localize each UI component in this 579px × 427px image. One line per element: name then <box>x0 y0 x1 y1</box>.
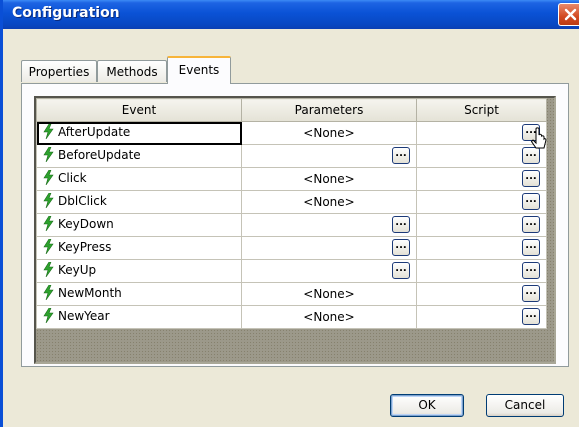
script-edit-button[interactable]: ... <box>522 262 540 279</box>
lightning-bolt-icon <box>43 123 54 142</box>
parameters-edit-button[interactable]: ... <box>392 147 410 164</box>
event-cell[interactable]: KeyUp <box>36 259 242 283</box>
lightning-bolt-icon <box>43 192 54 211</box>
parameters-value: <None> <box>303 310 355 324</box>
event-name: NewYear <box>58 309 110 323</box>
lightning-bolt-icon <box>43 261 54 280</box>
event-cell[interactable]: BeforeUpdate <box>36 144 242 168</box>
script-cell[interactable]: ... <box>416 144 547 168</box>
parameters-cell[interactable]: <None> <box>241 282 417 306</box>
event-row[interactable]: BeforeUpdate...... <box>36 144 547 168</box>
script-cell[interactable]: ... <box>416 259 547 283</box>
parameters-edit-button[interactable]: ... <box>392 262 410 279</box>
event-cell[interactable]: KeyDown <box>36 213 242 237</box>
event-name: KeyDown <box>58 217 114 231</box>
lightning-bolt-icon <box>43 146 54 165</box>
event-cell[interactable]: AfterUpdate <box>36 121 242 145</box>
parameters-cell[interactable]: ... <box>241 236 417 260</box>
parameters-value: <None> <box>303 126 355 140</box>
parameters-cell[interactable]: ... <box>241 213 417 237</box>
event-row[interactable]: NewMonth <None>... <box>36 282 547 306</box>
lightning-bolt-icon <box>43 307 54 326</box>
parameters-value: <None> <box>303 287 355 301</box>
column-header-script[interactable]: Script <box>416 98 547 122</box>
event-row[interactable]: AfterUpdate <None>... <box>36 121 547 145</box>
script-cell[interactable]: ... <box>416 213 547 237</box>
parameters-edit-button[interactable]: ... <box>392 216 410 233</box>
event-name: NewMonth <box>58 286 122 300</box>
lightning-bolt-icon <box>43 238 54 257</box>
parameters-value: <None> <box>303 195 355 209</box>
event-cell[interactable]: NewYear <box>36 305 242 329</box>
events-grid: Event Parameters Script AfterUpdate <None… <box>34 96 556 364</box>
event-cell[interactable]: NewMonth <box>36 282 242 306</box>
tab-methods[interactable]: Methods <box>97 60 167 82</box>
parameters-value: <None> <box>303 172 355 186</box>
parameters-cell[interactable]: <None> <box>241 167 417 191</box>
tab-events[interactable]: Events <box>167 56 231 84</box>
event-cell[interactable]: KeyPress <box>36 236 242 260</box>
script-cell[interactable]: ... <box>416 305 547 329</box>
events-table: Event Parameters Script AfterUpdate <None… <box>36 98 547 329</box>
parameters-cell[interactable]: <None> <box>241 305 417 329</box>
configuration-dialog: Configuration Properties Methods Events … <box>0 0 579 427</box>
column-header-parameters[interactable]: Parameters <box>241 98 417 122</box>
script-edit-button[interactable]: ... <box>522 193 540 210</box>
event-row[interactable]: KeyUp...... <box>36 259 547 283</box>
event-cell[interactable]: DblClick <box>36 190 242 214</box>
parameters-cell[interactable]: <None> <box>241 190 417 214</box>
event-row[interactable]: KeyDown...... <box>36 213 547 237</box>
window-title: Configuration <box>12 5 120 21</box>
event-name: BeforeUpdate <box>58 148 141 162</box>
event-name: KeyPress <box>58 240 112 254</box>
script-edit-button[interactable]: ... <box>522 216 540 233</box>
event-name: KeyUp <box>58 263 97 277</box>
event-row[interactable]: Click <None>... <box>36 167 547 191</box>
script-cell[interactable]: ... <box>416 282 547 306</box>
lightning-bolt-icon <box>43 284 54 303</box>
parameters-cell[interactable]: ... <box>241 259 417 283</box>
event-cell[interactable]: Click <box>36 167 242 191</box>
lightning-bolt-icon <box>43 215 54 234</box>
event-name: DblClick <box>58 194 107 208</box>
grid-header-row: Event Parameters Script <box>36 98 547 122</box>
event-name: AfterUpdate <box>58 125 131 139</box>
close-button[interactable] <box>558 3 579 26</box>
mouse-pointer-icon <box>530 127 550 156</box>
parameters-cell[interactable]: ... <box>241 144 417 168</box>
event-name: Click <box>58 171 87 185</box>
tab-properties[interactable]: Properties <box>21 60 97 82</box>
column-header-event[interactable]: Event <box>36 98 242 122</box>
event-row[interactable]: DblClick <None>... <box>36 190 547 214</box>
parameters-edit-button[interactable]: ... <box>392 239 410 256</box>
script-edit-button[interactable]: ... <box>522 239 540 256</box>
lightning-bolt-icon <box>43 169 54 188</box>
event-row[interactable]: KeyPress...... <box>36 236 547 260</box>
ok-button[interactable]: OK <box>390 394 464 417</box>
parameters-cell[interactable]: <None> <box>241 121 417 145</box>
script-edit-button[interactable]: ... <box>522 285 540 302</box>
event-row[interactable]: NewYear <None>... <box>36 305 547 329</box>
script-edit-button[interactable]: ... <box>522 170 540 187</box>
title-bar[interactable]: Configuration <box>3 0 579 29</box>
script-edit-button[interactable]: ... <box>522 308 540 325</box>
script-cell[interactable]: ... <box>416 190 547 214</box>
script-cell[interactable]: ... <box>416 236 547 260</box>
script-cell[interactable]: ... <box>416 167 547 191</box>
cancel-button[interactable]: Cancel <box>486 394 564 417</box>
script-cell[interactable]: ... <box>416 121 547 145</box>
